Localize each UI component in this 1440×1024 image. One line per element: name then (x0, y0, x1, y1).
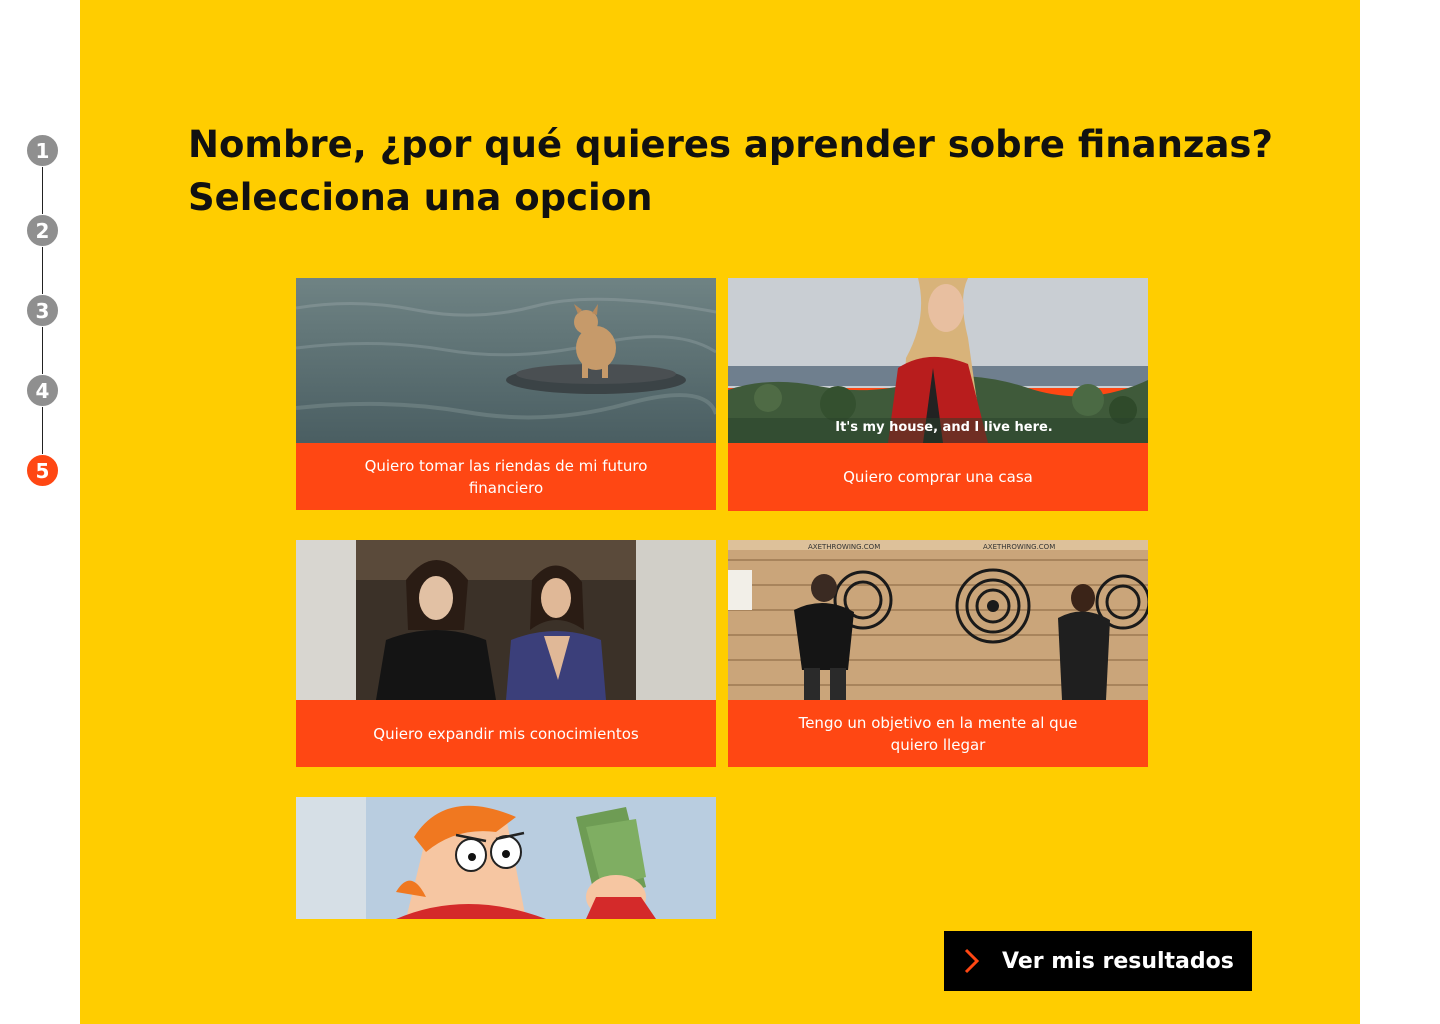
question-text: Nombre, ¿por qué quieres aprender sobre … (188, 123, 1273, 166)
step-1: 1 (26, 134, 59, 167)
cartoon-money-image (296, 797, 716, 919)
image-subtitle: It's my house, and I live here. (835, 420, 1053, 435)
see-results-label: Ver mis resultados (1002, 948, 1234, 974)
two-women-image (296, 540, 716, 700)
question-title: Nombre, ¿por qué quieres aprender sobre … (188, 118, 1288, 224)
see-results-button[interactable]: Ver mis resultados (944, 931, 1252, 991)
option-caption: Quiero comprar una casa (843, 467, 1033, 486)
option-card-goal[interactable]: AXETHROWING.COM AXETHROWING.COM Tengo un… (728, 540, 1148, 767)
option-card-buy-house[interactable]: It's my house, and I live here. Quiero c… (728, 278, 1148, 511)
question-instruction: Selecciona una opcion (188, 176, 653, 219)
image-sign: AXETHROWING.COM (808, 543, 880, 551)
chevron-right-icon (964, 948, 980, 974)
option-caption: Tengo un objetivo en la mente al que qui… (798, 713, 1078, 754)
step-5-current: 5 (26, 454, 59, 487)
woman-on-coast-image: It's my house, and I live here. (728, 278, 1148, 443)
question-panel: Nombre, ¿por qué quieres aprender sobre … (80, 0, 1360, 1024)
option-card-expand-knowledge[interactable]: Quiero expandir mis conocimientos (296, 540, 716, 767)
progress-stepper: 1 2 3 4 5 (26, 134, 60, 487)
option-caption: Quiero expandir mis conocimientos (373, 724, 639, 743)
axe-throwing-image: AXETHROWING.COM AXETHROWING.COM (728, 540, 1148, 700)
dog-on-seal-image (296, 278, 716, 443)
step-2: 2 (26, 214, 59, 247)
step-3: 3 (26, 294, 59, 327)
option-caption: Quiero tomar las riendas de mi futuro fi… (364, 456, 648, 497)
option-card-financial-future[interactable]: Quiero tomar las riendas de mi futuro fi… (296, 278, 716, 510)
image-sign: AXETHROWING.COM (983, 543, 1055, 551)
option-card-money[interactable] (296, 797, 716, 919)
step-4: 4 (26, 374, 59, 407)
